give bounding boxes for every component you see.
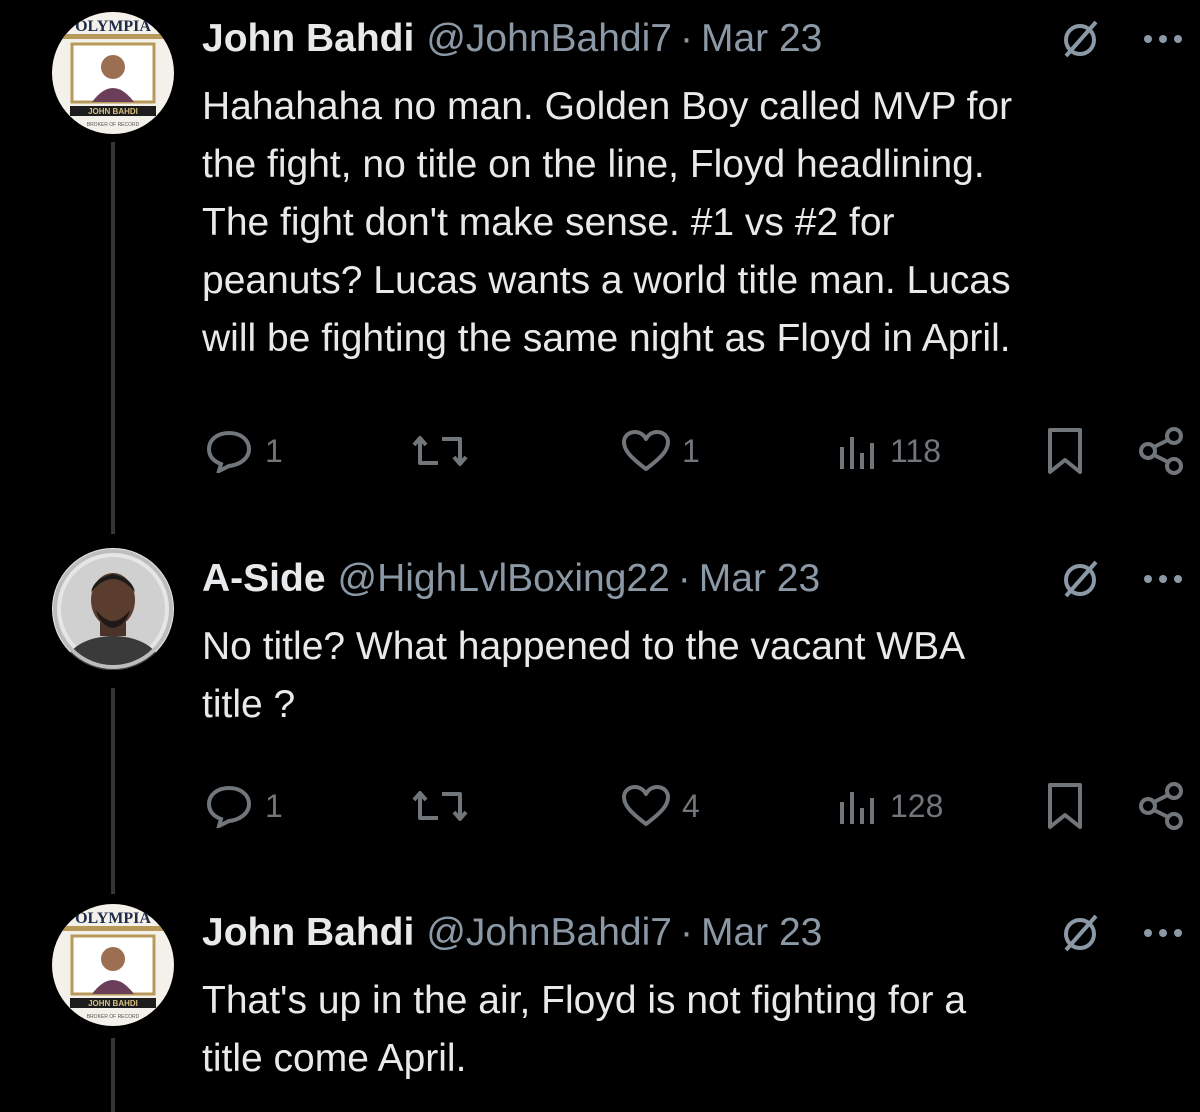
bookmark-button[interactable]: [1042, 781, 1088, 831]
display-name[interactable]: A-Side: [202, 557, 326, 601]
tweet-date[interactable]: Mar 23: [701, 17, 822, 61]
reply-button[interactable]: 1: [203, 781, 283, 831]
avatar-sub-text: BROKER OF RECORD: [87, 122, 140, 128]
avatar-name-text: JOHN BAHDI: [88, 999, 138, 1008]
avatar-name-text: JOHN BAHDI: [88, 107, 138, 116]
more-icon[interactable]: [1140, 16, 1186, 62]
views-button[interactable]: 118: [834, 426, 941, 476]
display-name[interactable]: John Bahdi: [202, 911, 414, 955]
more-icon[interactable]: [1140, 910, 1186, 956]
retweet-button[interactable]: [410, 781, 480, 831]
tweet-header: A-Side @HighLvlBoxing22 · Mar 23: [202, 554, 820, 604]
tweet[interactable]: A-Side @HighLvlBoxing22 · Mar 23 No titl…: [0, 540, 1200, 894]
reply-icon: [206, 430, 252, 473]
views-count: 128: [890, 787, 944, 824]
retweet-button[interactable]: [410, 426, 480, 476]
user-handle[interactable]: @JohnBahdi7: [426, 17, 672, 61]
tweet-header: John Bahdi @JohnBahdi7 · Mar 23: [202, 14, 822, 64]
tweet-text: Hahahaha no man. Golden Boy called MVP f…: [202, 85, 1013, 360]
like-button[interactable]: 4: [620, 781, 700, 831]
thread-line: [111, 688, 115, 894]
share-icon: [1139, 427, 1183, 475]
avatar[interactable]: OLYMPIA JOHN BAHDI BROKER OF RECORD: [52, 904, 174, 1026]
avatar[interactable]: [52, 548, 174, 670]
tweet[interactable]: OLYMPIA JOHN BAHDI BROKER OF RECORD John…: [0, 894, 1200, 1112]
avatar-brand-text: OLYMPIA: [75, 18, 151, 35]
retweet-icon: [412, 436, 468, 466]
share-button[interactable]: [1136, 781, 1186, 831]
tweet-text: No title? What happened to the vacant WB…: [202, 625, 966, 726]
separator-dot: ·: [679, 911, 693, 954]
like-icon: [622, 430, 670, 471]
like-icon: [622, 785, 670, 826]
avatar[interactable]: OLYMPIA JOHN BAHDI BROKER OF RECORD: [52, 12, 174, 134]
grok-icon[interactable]: [1058, 556, 1104, 602]
bookmark-icon: [1048, 428, 1082, 474]
tweet-header: John Bahdi @JohnBahdi7 · Mar 23: [202, 908, 822, 958]
tweet-date[interactable]: Mar 23: [699, 557, 820, 601]
views-count: 118: [890, 432, 942, 469]
display-name[interactable]: John Bahdi: [202, 17, 414, 61]
avatar-sub-text: BROKER OF RECORD: [87, 1014, 140, 1020]
tweet[interactable]: OLYMPIA JOHN BAHDI BROKER OF RECORD John…: [0, 0, 1200, 540]
tweet-text: That's up in the air, Floyd is not fight…: [202, 979, 967, 1080]
views-icon: [840, 437, 874, 469]
user-handle[interactable]: @JohnBahdi7: [426, 911, 672, 955]
bookmark-icon: [1048, 783, 1082, 829]
retweet-icon: [412, 791, 468, 821]
avatar-brand-text: OLYMPIA: [75, 910, 151, 927]
views-button[interactable]: 128: [834, 781, 943, 831]
grok-icon[interactable]: [1058, 910, 1104, 956]
share-button[interactable]: [1136, 426, 1186, 476]
views-icon: [840, 792, 874, 824]
like-button[interactable]: 1: [620, 426, 700, 476]
like-count: 4: [682, 787, 700, 824]
reply-count: 1: [265, 432, 283, 469]
reply-button[interactable]: 1: [203, 426, 283, 476]
grok-icon[interactable]: [1058, 16, 1104, 62]
share-icon: [1139, 782, 1183, 830]
more-icon[interactable]: [1140, 556, 1186, 602]
bookmark-button[interactable]: [1042, 426, 1088, 476]
user-handle[interactable]: @HighLvlBoxing22: [338, 557, 670, 601]
tweet-date[interactable]: Mar 23: [701, 911, 822, 955]
reply-count: 1: [265, 787, 283, 824]
thread-line: [111, 1038, 115, 1112]
separator-dot: ·: [677, 557, 691, 600]
thread-line: [111, 142, 115, 534]
reply-icon: [206, 785, 252, 828]
separator-dot: ·: [679, 17, 693, 60]
like-count: 1: [682, 432, 700, 469]
